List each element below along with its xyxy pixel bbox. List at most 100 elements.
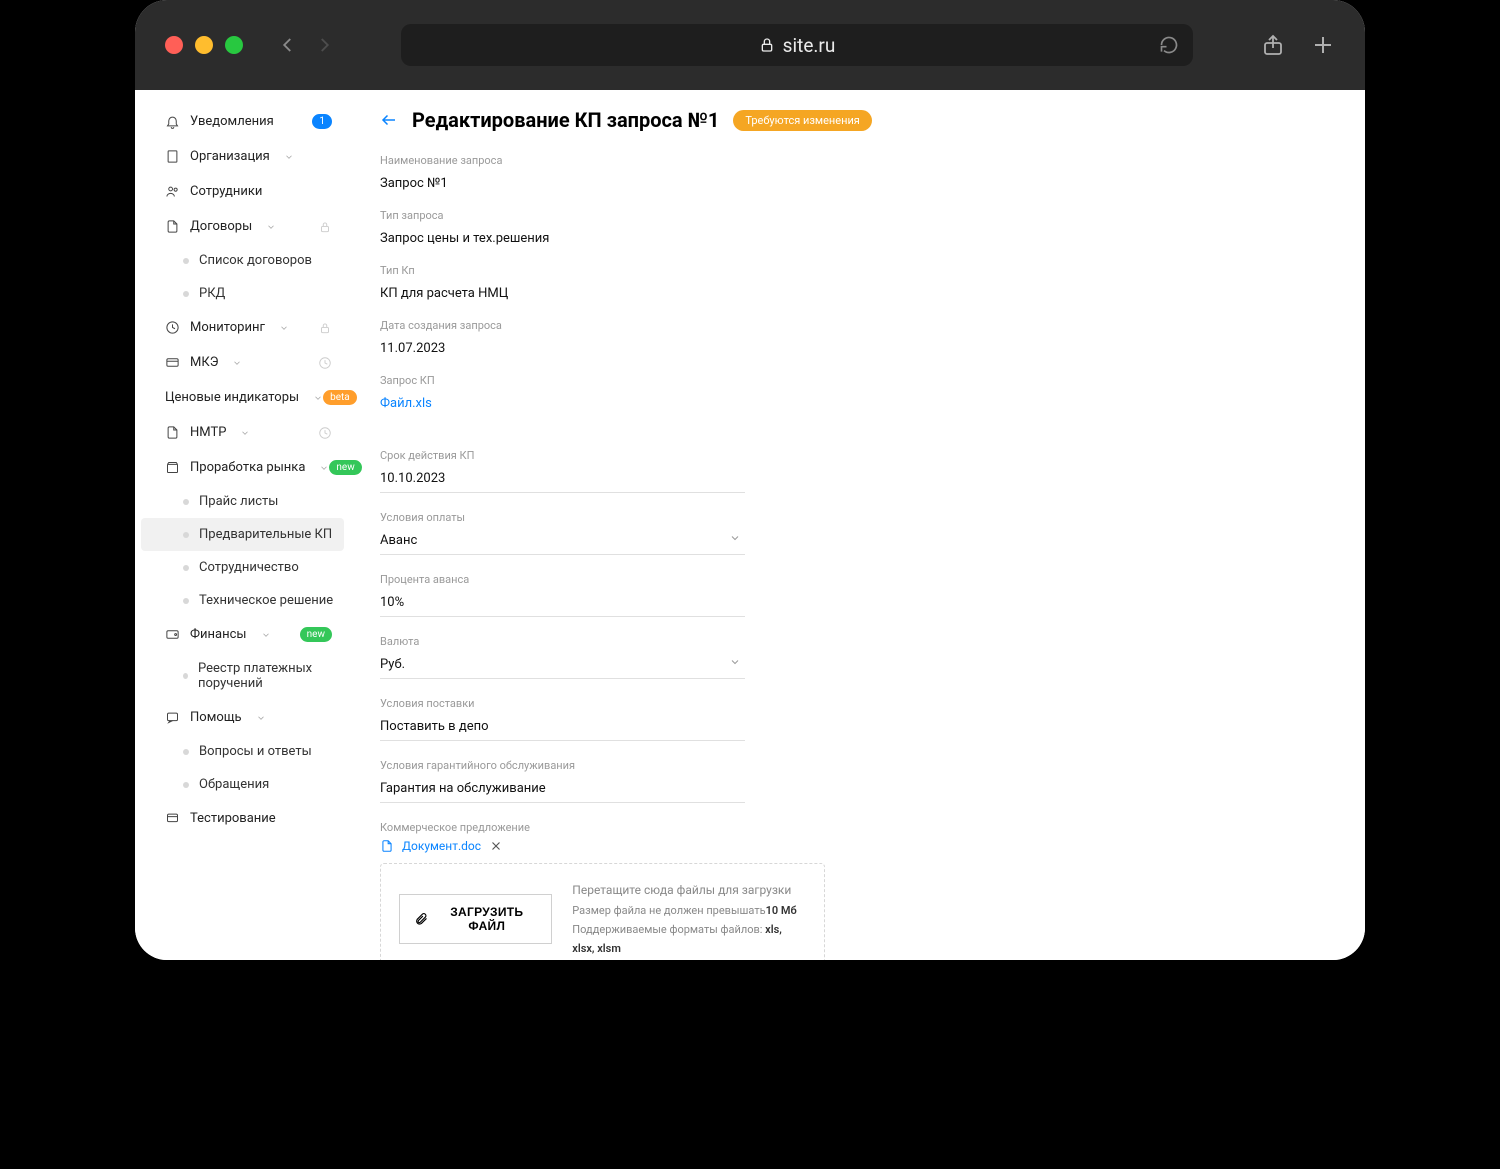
minimize-window[interactable] xyxy=(195,36,213,54)
sidebar-item-label: НМТР xyxy=(190,425,226,440)
notifications-count: 1 xyxy=(312,114,332,129)
clock-icon xyxy=(165,320,180,335)
sidebar-sub-payment-registry[interactable]: Реестр платежных поручений xyxy=(135,652,350,700)
chevron-down-icon xyxy=(319,463,329,473)
sidebar-item-label: Проработка рынка xyxy=(190,460,305,475)
sidebar-item-organization[interactable]: Организация xyxy=(135,139,350,174)
window-controls xyxy=(165,36,243,54)
chevron-down-icon xyxy=(256,713,266,723)
dropzone-title: Перетащите сюда файлы для загрузки xyxy=(572,880,806,900)
chevron-down-icon xyxy=(729,532,741,544)
lock-icon xyxy=(759,37,775,53)
remove-file-icon[interactable] xyxy=(489,839,503,853)
help-icon xyxy=(165,710,180,725)
card-icon xyxy=(165,355,180,370)
chevron-down-icon xyxy=(284,152,294,162)
field-value: 11.07.2023 xyxy=(380,341,445,356)
sidebar-item-label: Договоры xyxy=(190,219,252,234)
sidebar-item-label: Мониторинг xyxy=(190,320,265,335)
sidebar-item-price-indicators[interactable]: Ценовые индикаторы beta xyxy=(135,380,350,415)
sidebar-sub-price-lists[interactable]: Прайс листы xyxy=(135,485,350,518)
chevron-down-icon xyxy=(313,393,323,403)
sidebar-item-label: МКЭ xyxy=(190,355,218,370)
paperclip-icon xyxy=(414,911,428,927)
maximize-window[interactable] xyxy=(225,36,243,54)
market-icon xyxy=(165,460,180,475)
field-value: Запрос цены и тех.решения xyxy=(380,231,549,246)
building-icon xyxy=(165,149,180,164)
lock-icon xyxy=(318,220,332,234)
back-button[interactable] xyxy=(380,111,398,129)
sidebar-item-label: Ценовые индикаторы xyxy=(165,390,299,405)
warranty-terms-input[interactable]: Условия гарантийного обслуживанияГаранти… xyxy=(380,759,745,803)
sidebar-item-nmtr[interactable]: НМТР xyxy=(135,415,350,450)
sidebar-sub-contracts-list[interactable]: Список договоров xyxy=(135,244,350,277)
url-bar[interactable]: site.ru xyxy=(401,24,1193,66)
field-label: Дата создания запроса xyxy=(380,319,745,332)
field-value: КП для расчета НМЦ xyxy=(380,286,508,301)
chevron-down-icon xyxy=(232,358,242,368)
url-text: site.ru xyxy=(783,34,836,57)
sidebar-item-monitoring[interactable]: Мониторинг xyxy=(135,310,350,345)
sidebar-sub-tickets[interactable]: Обращения xyxy=(135,768,350,801)
sidebar-item-label: Сотрудники xyxy=(190,184,262,199)
page-title: Редактирование КП запроса №1 xyxy=(412,108,719,132)
history-icon xyxy=(318,356,332,370)
field-label: Наименование запроса xyxy=(380,154,745,167)
new-badge: new xyxy=(329,460,361,475)
sidebar-sub-rkd[interactable]: РКД xyxy=(135,277,350,310)
sidebar-sub-tech-solution[interactable]: Техническое решение xyxy=(135,584,350,617)
share-icon[interactable] xyxy=(1261,33,1285,57)
sidebar-sub-faq[interactable]: Вопросы и ответы xyxy=(135,735,350,768)
wallet-icon xyxy=(165,627,180,642)
sidebar-sub-cooperation[interactable]: Сотрудничество xyxy=(135,551,350,584)
chevron-down-icon xyxy=(261,630,271,640)
forward-icon[interactable] xyxy=(315,31,333,59)
sidebar-item-testing[interactable]: Тестирование xyxy=(135,801,350,836)
browser-toolbar: site.ru xyxy=(135,0,1365,90)
lock-icon xyxy=(318,321,332,335)
delivery-terms-input[interactable]: Условия поставкиПоставить в депо xyxy=(380,697,745,741)
history-icon xyxy=(318,426,332,440)
attached-file[interactable]: Документ.doc xyxy=(402,839,481,853)
payment-terms-select[interactable]: Условия оплатыАванс xyxy=(380,511,745,555)
document-icon xyxy=(380,839,394,853)
bell-icon xyxy=(165,114,180,129)
users-icon xyxy=(165,184,180,199)
sidebar: Уведомления 1 Организация Сотрудники xyxy=(135,90,350,960)
field-label: Тип запроса xyxy=(380,209,745,222)
testing-icon xyxy=(165,811,180,826)
sidebar-item-label: Уведомления xyxy=(190,114,274,129)
chevron-down-icon xyxy=(729,656,741,668)
currency-select[interactable]: ВалютаРуб. xyxy=(380,635,745,679)
back-icon[interactable] xyxy=(279,31,297,59)
file-link[interactable]: Файл.xls xyxy=(380,396,432,411)
status-badge: Требуются изменения xyxy=(733,110,871,131)
close-window[interactable] xyxy=(165,36,183,54)
sidebar-item-help[interactable]: Помощь xyxy=(135,700,350,735)
advance-pct-input[interactable]: Процента аванса10% xyxy=(380,573,745,617)
sidebar-item-finance[interactable]: Финансы new xyxy=(135,617,350,652)
sidebar-item-market[interactable]: Проработка рынка new xyxy=(135,450,350,485)
document-icon xyxy=(165,425,180,440)
sidebar-item-employees[interactable]: Сотрудники xyxy=(135,174,350,209)
sidebar-item-contracts[interactable]: Договоры xyxy=(135,209,350,244)
sidebar-item-label: Финансы xyxy=(190,627,247,642)
reload-icon[interactable] xyxy=(1159,35,1179,55)
chevron-down-icon xyxy=(240,428,250,438)
sidebar-item-notifications[interactable]: Уведомления 1 xyxy=(135,104,350,139)
field-label: Тип Кп xyxy=(380,264,745,277)
sidebar-sub-preliminary-kp[interactable]: Предварительные КП xyxy=(141,518,344,551)
new-badge: new xyxy=(300,627,332,642)
upload-section-label: Коммерческое предложение xyxy=(380,821,825,834)
dropzone-commercial[interactable]: ЗАГРУЗИТЬ ФАЙЛ Перетащите сюда файлы для… xyxy=(380,863,825,960)
sidebar-item-mke[interactable]: МКЭ xyxy=(135,345,350,380)
main-content: Редактирование КП запроса №1 Требуются и… xyxy=(350,90,1365,960)
sidebar-item-label: Помощь xyxy=(190,710,242,725)
beta-badge: beta xyxy=(323,390,357,405)
chevron-down-icon xyxy=(279,323,289,333)
valid-until-input[interactable]: Срок действия КП10.10.2023 xyxy=(380,449,745,493)
new-tab-icon[interactable] xyxy=(1311,33,1335,57)
field-label: Запрос КП xyxy=(380,374,745,387)
upload-button[interactable]: ЗАГРУЗИТЬ ФАЙЛ xyxy=(399,894,552,944)
